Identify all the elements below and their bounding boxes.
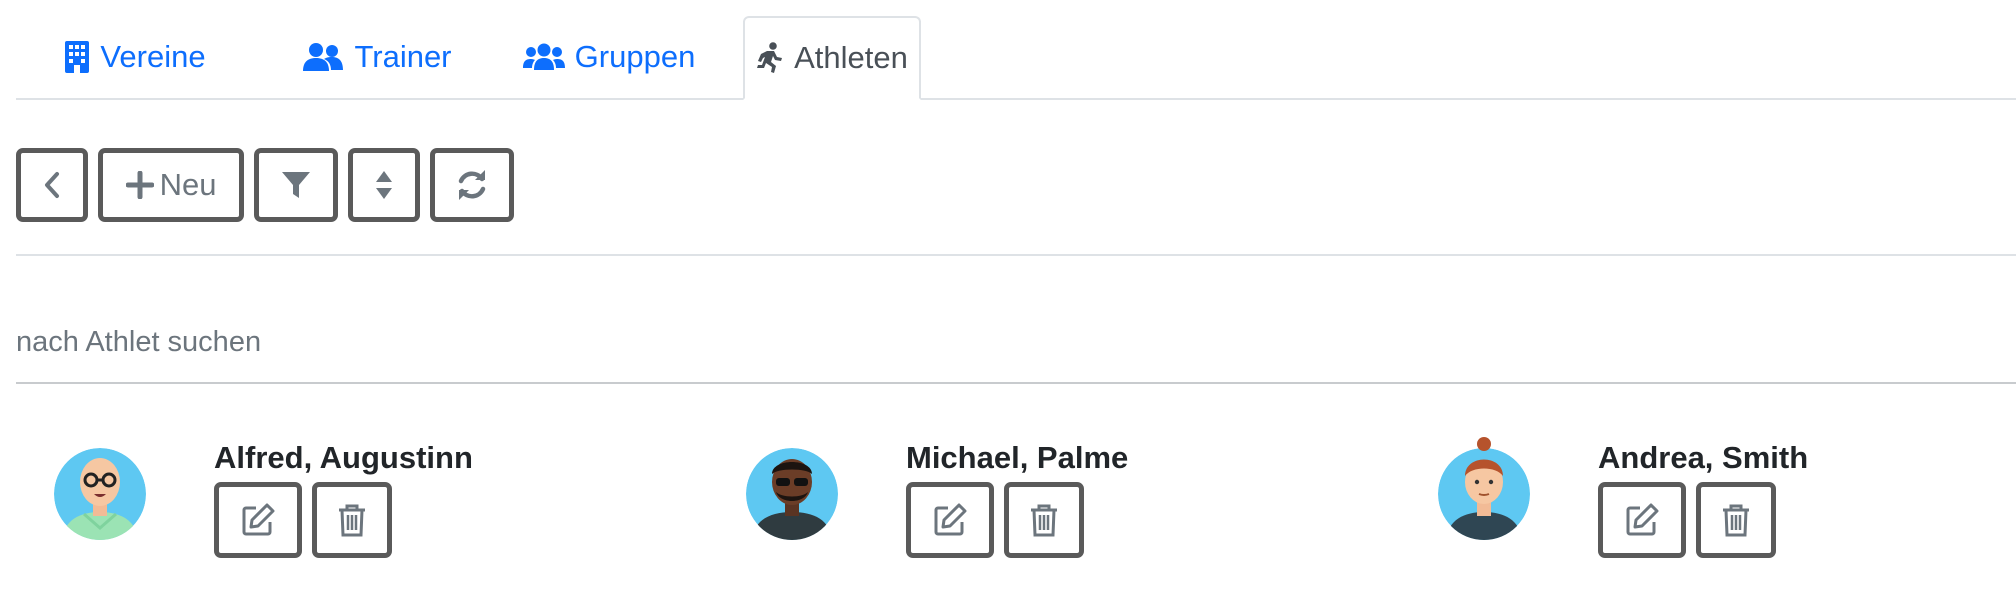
edit-icon [934, 503, 967, 536]
tab-label: Trainer [354, 39, 452, 74]
athlete-name: Michael, Palme [906, 440, 1129, 475]
edit-icon [242, 503, 275, 536]
user-group-icon [522, 43, 565, 70]
delete-button[interactable] [312, 482, 392, 558]
avatar [54, 448, 146, 540]
back-button[interactable] [16, 148, 88, 222]
sort-icon [376, 171, 392, 199]
avatar [746, 448, 838, 540]
divider [16, 254, 2016, 256]
plus-icon [125, 171, 154, 199]
delete-button[interactable] [1004, 482, 1084, 558]
users-icon [303, 43, 344, 71]
edit-button[interactable] [214, 482, 302, 558]
edit-button[interactable] [906, 482, 994, 558]
building-icon [65, 41, 90, 73]
trash-icon [1031, 504, 1057, 537]
new-button-label: Neu [159, 167, 217, 202]
tab-vereine[interactable]: Vereine [46, 16, 224, 98]
refresh-button[interactable] [430, 148, 514, 222]
avatar [1438, 437, 1530, 540]
sync-icon [458, 170, 486, 200]
athlete-name: Andrea, Smith [1598, 440, 1809, 475]
tab-label: Athleten [794, 40, 908, 75]
edit-icon [1626, 503, 1659, 536]
tab-trainer[interactable]: Trainer [288, 16, 466, 98]
running-icon [757, 42, 783, 73]
tab-gruppen[interactable]: Gruppen [514, 16, 704, 98]
filter-icon [282, 172, 310, 198]
search-input[interactable] [16, 318, 2016, 366]
athlete-name: Alfred, Augustinn [214, 440, 473, 475]
trash-icon [339, 504, 365, 537]
trash-icon [1723, 504, 1749, 537]
tab-label: Vereine [100, 39, 206, 74]
nav-tabs: Vereine Trainer Gruppen Athleten [16, 16, 2016, 100]
filter-button[interactable] [254, 148, 338, 222]
new-button[interactable]: Neu [98, 148, 244, 222]
tab-label: Gruppen [574, 39, 696, 74]
delete-button[interactable] [1696, 482, 1776, 558]
chevron-left-icon [45, 172, 59, 198]
edit-button[interactable] [1598, 482, 1686, 558]
tab-athleten[interactable]: Athleten [743, 16, 921, 100]
search-underline [16, 382, 2016, 384]
sort-button[interactable] [348, 148, 420, 222]
